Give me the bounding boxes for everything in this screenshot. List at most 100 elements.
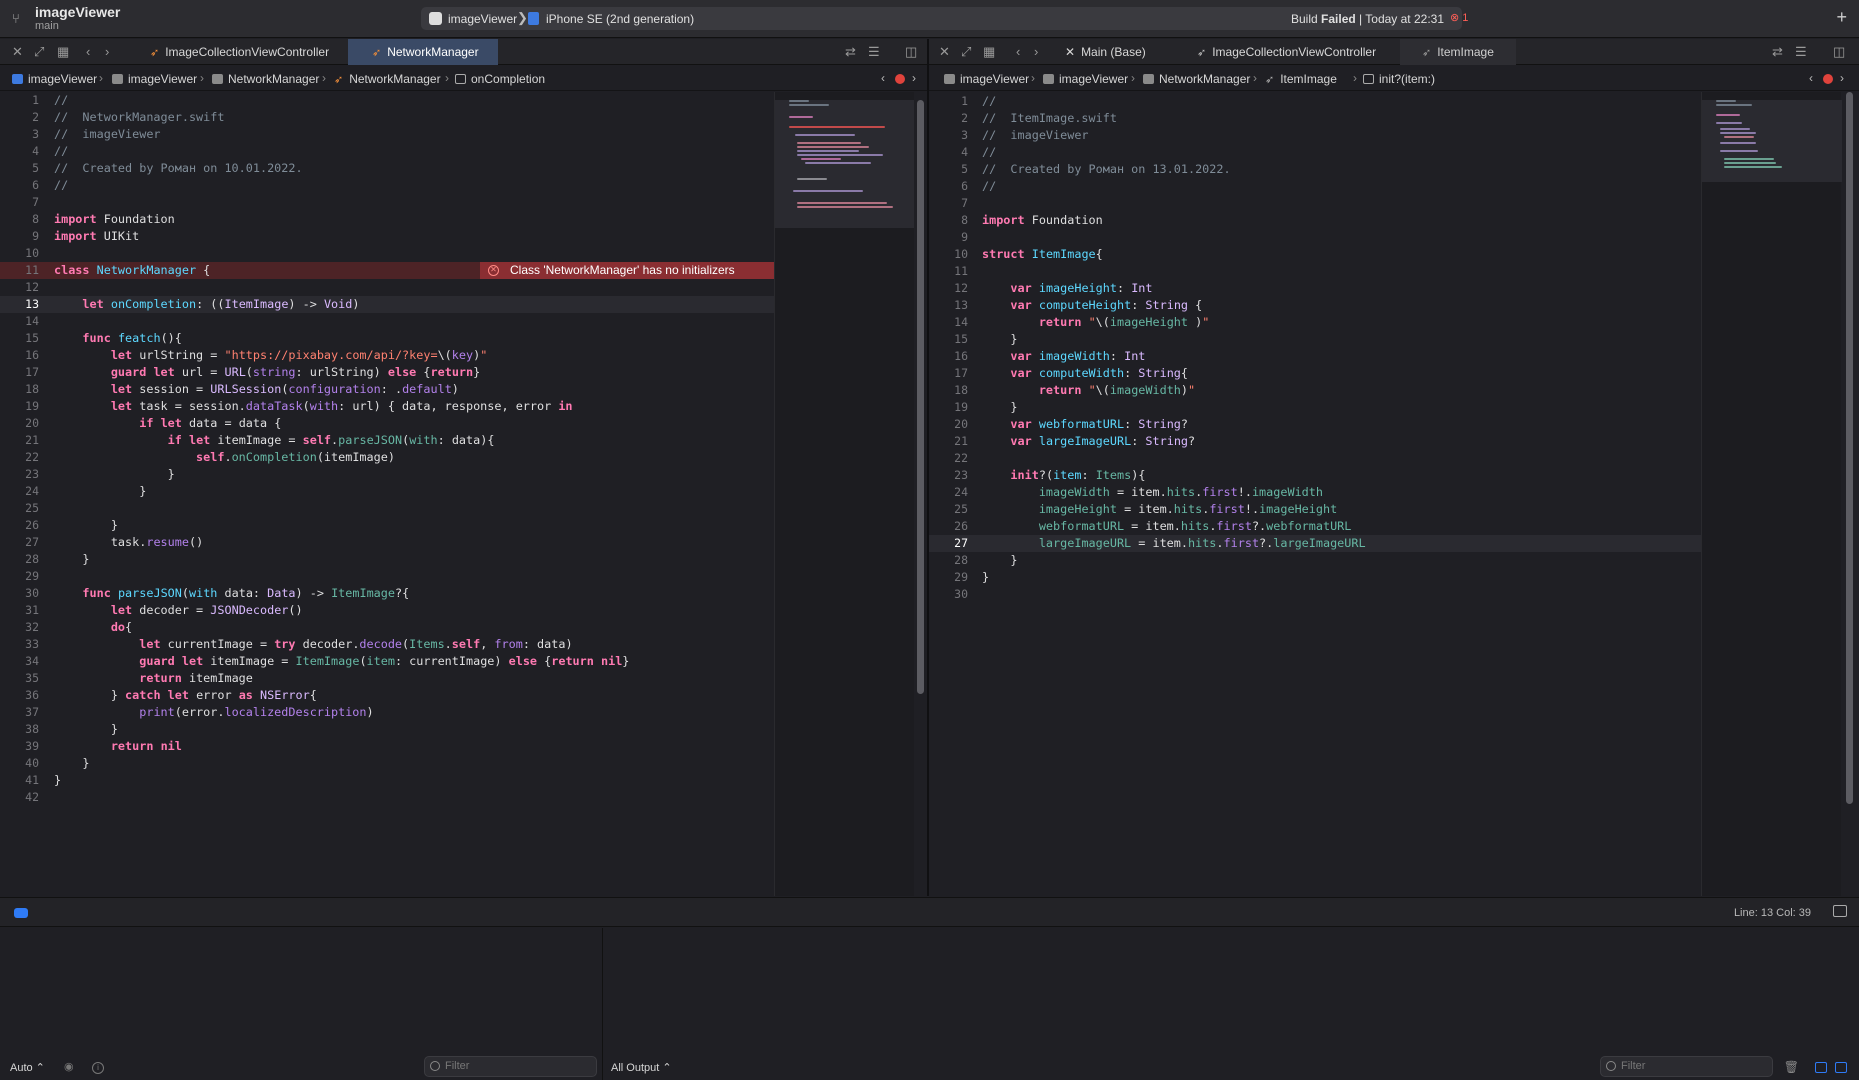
line-number: 23 xyxy=(954,468,968,482)
line-number: 17 xyxy=(25,365,39,379)
close-icon[interactable]: ✕ xyxy=(12,44,23,60)
editor-options-icon[interactable]: ☰ xyxy=(1795,44,1807,60)
code-text[interactable]: // // NetworkManager.swift // imageViewe… xyxy=(54,92,629,806)
tab-imagecollectionviewcontroller[interactable]: ➶ ImageCollectionViewController xyxy=(1185,39,1396,65)
breadcrumb-group[interactable]: NetworkManager xyxy=(1143,72,1250,86)
minimap-line xyxy=(1720,132,1756,134)
line-number: 6 xyxy=(961,179,968,193)
minimap-line xyxy=(1716,100,1736,102)
line-number: 24 xyxy=(25,484,39,498)
minimap[interactable] xyxy=(1701,92,1842,896)
back-icon[interactable]: ‹ xyxy=(86,44,90,59)
tab-label: ImageCollectionViewController xyxy=(165,45,330,59)
scrollbar-thumb[interactable] xyxy=(917,100,924,694)
variables-scope-selector[interactable]: Auto ⌃ xyxy=(10,1061,45,1074)
breadcrumb-label: imageViewer xyxy=(960,72,1030,86)
expand-icon[interactable]: ⤢ xyxy=(34,44,44,60)
error-indicator-icon[interactable] xyxy=(895,74,905,84)
breadcrumb-group[interactable]: imageViewer xyxy=(112,72,197,86)
breadcrumb-group[interactable]: imageViewer xyxy=(1043,72,1128,86)
line-number: 35 xyxy=(25,671,39,685)
tab-imagecollectionviewcontroller[interactable]: ➶ ImageCollectionViewController xyxy=(140,39,346,65)
error-indicator-icon[interactable] xyxy=(1823,74,1833,84)
build-state: Failed xyxy=(1321,12,1356,26)
breadcrumb-group[interactable]: NetworkManager xyxy=(212,72,319,86)
code-line: let urlString = "https://pixabay.com/api… xyxy=(110,348,488,362)
forward-icon[interactable]: › xyxy=(1034,44,1038,59)
line-number: 15 xyxy=(954,332,968,346)
breadcrumb-file[interactable]: ➶ ItemImage xyxy=(1265,72,1337,86)
code-line: func featch(){ xyxy=(82,331,182,345)
grid-icon[interactable]: ▦ xyxy=(983,44,995,60)
back-icon[interactable]: ‹ xyxy=(1016,44,1020,59)
related-items-icon[interactable]: ⇄ xyxy=(845,44,856,60)
tab-networkmanager[interactable]: ➶ NetworkManager xyxy=(348,39,498,65)
editor-options-icon[interactable]: ☰ xyxy=(868,44,880,60)
show-variables-icon[interactable] xyxy=(1815,1062,1827,1073)
forward-icon[interactable]: › xyxy=(105,44,109,59)
minimap-viewport[interactable] xyxy=(775,100,915,228)
close-icon[interactable]: ✕ xyxy=(939,44,950,60)
line-number: 42 xyxy=(25,790,39,804)
output-selector[interactable]: All Output ⌃ xyxy=(611,1061,672,1074)
line-number: 25 xyxy=(954,502,968,516)
project-name[interactable]: imageViewer xyxy=(35,4,120,20)
split-editor-icon[interactable]: ◫ xyxy=(1833,44,1845,60)
code-line: var imageWidth: Int xyxy=(1010,349,1146,363)
vertical-scrollbar[interactable] xyxy=(914,92,926,896)
add-button[interactable]: + xyxy=(1836,7,1847,28)
console-filter-field[interactable]: Filter xyxy=(1600,1056,1773,1077)
scheme-selector[interactable]: imageViewer xyxy=(448,12,517,26)
next-issue-icon[interactable]: › xyxy=(912,71,916,85)
grid-icon[interactable]: ▦ xyxy=(57,44,69,60)
tab-main-base[interactable]: ✕ Main (Base) xyxy=(1053,39,1183,65)
tab-itemimage[interactable]: ➶ ItemImage xyxy=(1400,39,1516,65)
minimap-line xyxy=(797,146,869,148)
line-number: 12 xyxy=(25,280,39,294)
build-status[interactable]: Build Failed | Today at 22:31 xyxy=(1291,12,1444,26)
code-line: // xyxy=(982,94,997,108)
related-items-icon[interactable]: ⇄ xyxy=(1772,44,1783,60)
code-text[interactable]: // // ItemImage.swift // imageViewer // … xyxy=(982,93,1366,603)
vertical-scrollbar[interactable] xyxy=(1843,92,1855,896)
info-icon[interactable]: i xyxy=(92,1062,104,1074)
destination-selector[interactable]: iPhone SE (2nd generation) xyxy=(546,12,694,26)
expand-icon[interactable]: ⤢ xyxy=(961,44,971,60)
previous-issue-icon[interactable]: ‹ xyxy=(1809,71,1813,85)
line-number: 24 xyxy=(954,485,968,499)
breadcrumb-file[interactable]: ➶ NetworkManager xyxy=(334,72,441,86)
variables-filter-field[interactable]: Filter xyxy=(424,1056,597,1077)
trash-icon[interactable]: 🗑 xyxy=(1784,1060,1799,1074)
breadcrumb-label: imageViewer xyxy=(1059,72,1129,86)
breadcrumb-symbol[interactable]: onCompletion xyxy=(455,72,545,86)
minimap-line xyxy=(797,178,827,180)
previous-issue-icon[interactable]: ‹ xyxy=(881,71,885,85)
activity-viewer[interactable]: imageViewer ❯ iPhone SE (2nd generation)… xyxy=(421,7,1462,30)
breadcrumb-project[interactable]: imageViewer xyxy=(12,72,97,86)
show-console-icon[interactable] xyxy=(1835,1062,1847,1073)
scrollbar-thumb[interactable] xyxy=(1846,92,1853,804)
code-line: // xyxy=(982,179,997,193)
left-source-editor[interactable]: ✕ Class 'NetworkManager' has no initiali… xyxy=(0,92,927,896)
minimap-viewport[interactable] xyxy=(1702,100,1842,182)
next-issue-icon[interactable]: › xyxy=(1840,71,1844,85)
code-line: } xyxy=(54,518,118,532)
breadcrumb-project[interactable]: imageViewer xyxy=(944,72,1029,86)
minimap[interactable] xyxy=(774,92,915,896)
error-badge[interactable]: ⊗ 1 xyxy=(1450,11,1468,24)
minimap-line xyxy=(797,142,861,144)
debug-area-toggle[interactable] xyxy=(14,908,28,918)
eye-icon[interactable]: ◉ xyxy=(64,1060,74,1073)
console-output[interactable]: All Output ⌃ Filter 🗑 xyxy=(605,928,1859,1080)
breadcrumb-symbol[interactable]: init?(item:) xyxy=(1351,72,1435,86)
line-number: 3 xyxy=(961,128,968,142)
line-number: 26 xyxy=(954,519,968,533)
chevron-right-icon: › xyxy=(445,71,449,85)
line-number: 40 xyxy=(25,756,39,770)
right-source-editor[interactable]: 1 2 3 4 5 6 7 8 9 10 11 12 13 14 15 16 17 18 19 20 21 22 23 24 2… xyxy=(929,92,1859,896)
code-line: largeImageURL = item.hits.first?.largeIm… xyxy=(1038,536,1366,550)
panel-layout-icon[interactable] xyxy=(1833,905,1847,917)
split-editor-icon[interactable]: ◫ xyxy=(905,44,917,60)
